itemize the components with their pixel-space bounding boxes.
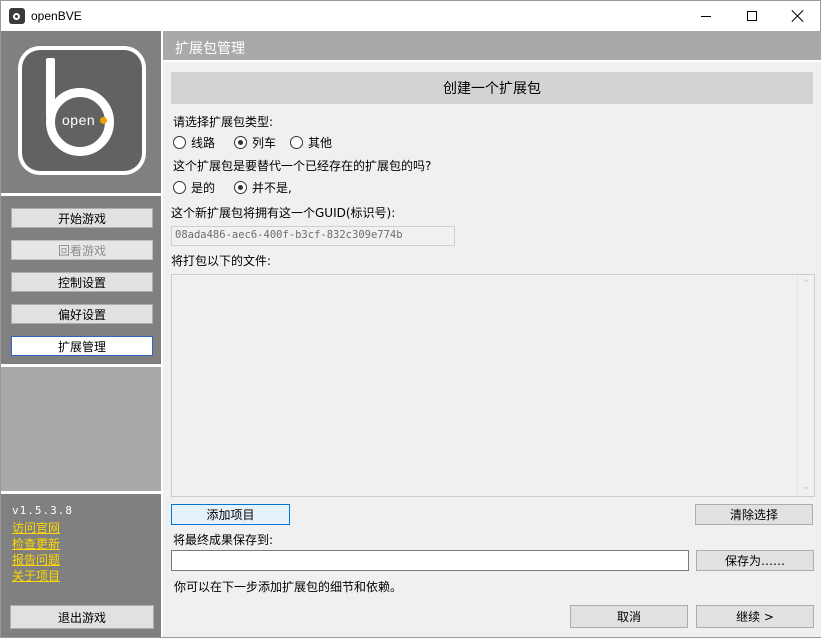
preferences-button[interactable]: 偏好设置 [11,304,153,324]
app-icon [9,8,25,24]
package-management-button[interactable]: 扩展管理 [11,336,153,356]
radio-label: 线路 [191,136,216,150]
sidebar: open 开始游戏 回看游戏 控制设置 偏好设置 扩展管理 v1.5.3.8 访… [1,31,161,637]
radio-label: 是的 [191,181,216,195]
title-bar: openBVE [0,0,821,31]
radio-button[interactable] [290,136,303,149]
close-button[interactable] [775,1,821,31]
sidebar-links: v1.5.3.8 访问官网 检查更新 报告问题 关于项目 [1,494,161,597]
version-label: v1.5.3.8 [12,504,73,517]
radio-label: 列车 [252,136,277,150]
save-location-label: 将最终成果保存到: [173,533,274,547]
controls-settings-button[interactable]: 控制设置 [11,272,153,292]
main-window: open 开始游戏 回看游戏 控制设置 偏好设置 扩展管理 v1.5.3.8 访… [0,31,821,638]
scroll-up-icon[interactable]: ⌃ [801,279,811,289]
logo-text: open [62,112,96,128]
report-issue-link[interactable]: 报告问题 [12,551,60,568]
close-icon [792,10,804,22]
logo-panel: open [1,31,161,193]
add-item-button[interactable]: 添加项目 [171,504,290,525]
radio-train[interactable]: 列车 [234,134,276,151]
radio-replace-no[interactable]: 并不是, [234,179,292,196]
sidebar-nav: 开始游戏 回看游戏 控制设置 偏好设置 扩展管理 [1,196,161,364]
sidebar-spacer [1,367,161,491]
radio-button[interactable] [173,136,186,149]
save-as-button[interactable]: 保存为…… [696,550,814,571]
guid-label: 这个新扩展包将拥有这一个GUID(标识号): [171,206,396,220]
logo-dot [100,117,107,124]
package-type-label: 请选择扩展包类型: [173,115,274,129]
exit-panel: 退出游戏 [1,597,161,637]
panel-header: 扩展包管理 [163,31,821,62]
section-title: 创建一个扩展包 [171,72,813,104]
visit-website-link[interactable]: 访问官网 [12,519,60,536]
guid-field[interactable]: 08ada486-aec6-400f-b3cf-832c309e774b [171,226,455,246]
minimize-button[interactable] [683,1,729,31]
file-list-scrollbar[interactable]: ⌃ ⌄ [797,275,814,496]
exit-game-button[interactable]: 退出游戏 [10,605,154,629]
radio-button[interactable] [234,181,247,194]
save-path-input[interactable] [171,550,689,571]
check-updates-link[interactable]: 检查更新 [12,535,60,552]
files-label: 将打包以下的文件: [171,254,272,268]
review-game-button[interactable]: 回看游戏 [11,240,153,260]
radio-button[interactable] [234,136,247,149]
replace-question-label: 这个扩展包是要替代一个已经存在的扩展包的吗? [173,159,432,173]
radio-other[interactable]: 其他 [290,134,332,151]
radio-button[interactable] [173,181,186,194]
panel-title: 扩展包管理 [175,41,245,57]
logo-badge: open [22,50,142,171]
scroll-down-icon[interactable]: ⌄ [801,482,811,492]
main-panel: 扩展包管理 创建一个扩展包 请选择扩展包类型: 线路 列车 其他 这个扩展包是要… [161,31,821,637]
continue-button[interactable]: 继续 > [696,605,814,628]
about-project-link[interactable]: 关于项目 [12,567,60,584]
window-title: openBVE [31,9,82,23]
clear-selection-button[interactable]: 清除选择 [695,504,813,525]
openbve-logo: open [18,46,146,175]
radio-replace-yes[interactable]: 是的 [173,179,215,196]
maximize-icon [747,11,757,21]
info-text: 你可以在下一步添加扩展包的细节和依赖。 [174,580,403,594]
radio-label: 并不是, [252,181,292,195]
file-list[interactable]: ⌃ ⌄ [171,274,815,497]
radio-label: 其他 [308,136,333,150]
cancel-button[interactable]: 取消 [570,605,688,628]
minimize-icon [701,15,711,17]
maximize-button[interactable] [729,1,775,31]
radio-route[interactable]: 线路 [173,134,215,151]
start-game-button[interactable]: 开始游戏 [11,208,153,228]
